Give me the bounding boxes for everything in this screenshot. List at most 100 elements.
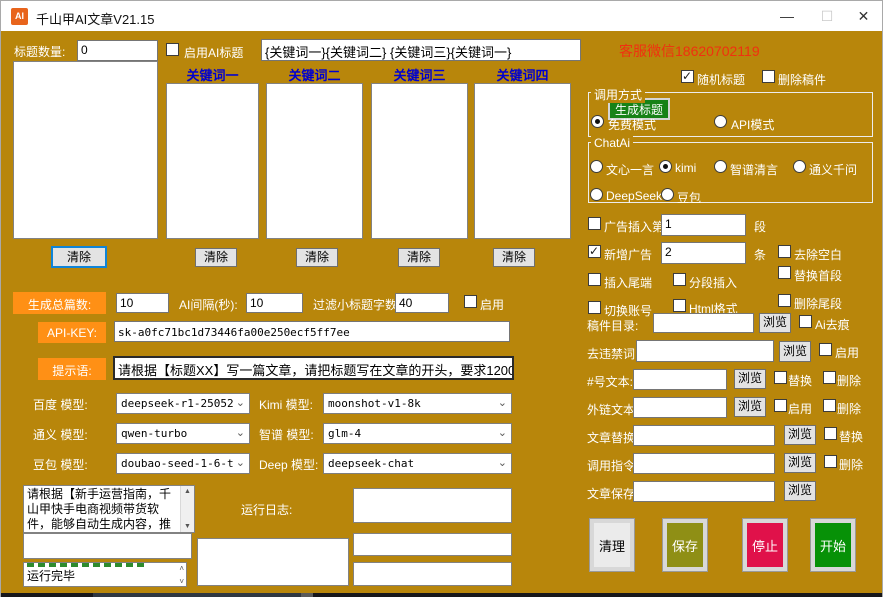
free-mode-radio[interactable] xyxy=(591,115,604,128)
api-mode-label: API模式 xyxy=(731,116,774,133)
status-box[interactable]: 运行完毕 ˄ ˅ xyxy=(23,562,187,587)
save-path-label: 文章保存: xyxy=(587,485,638,502)
ai-trace-checkbox[interactable] xyxy=(799,315,812,328)
free-mode-label: 免费模式 xyxy=(608,116,656,133)
clear-keyword3-button[interactable]: 清除 xyxy=(398,248,440,267)
insert-tail-checkbox[interactable] xyxy=(588,273,601,286)
spinner-up-icon[interactable]: ˄ xyxy=(179,564,184,573)
delete-draft-checkbox[interactable] xyxy=(762,70,775,83)
tongyi-radio[interactable] xyxy=(793,160,806,173)
keyword1-listbox[interactable] xyxy=(166,83,259,239)
banned-words-browse-button[interactable]: 浏览 xyxy=(779,341,811,362)
article-replace-checkbox[interactable] xyxy=(824,427,837,440)
banned-words-enable-checkbox[interactable] xyxy=(819,343,832,356)
clear-keyword2-button[interactable]: 清除 xyxy=(296,248,338,267)
prompt-preview-textarea[interactable]: 请根据【新手运营指南，千山甲快手电商视频带货软件，能够自动生成内容，推 ▲ ▼ xyxy=(23,485,195,533)
hash-text-input[interactable] xyxy=(633,369,727,390)
deepseek-radio[interactable] xyxy=(590,188,603,201)
api-key-input[interactable]: sk-a0fc71bc1d73446fa00e250ecf5ff7ee xyxy=(114,321,510,342)
zhipu-model-select[interactable]: glm-4 ⌄ xyxy=(323,423,512,444)
hash-replace-checkbox[interactable] xyxy=(774,371,787,384)
ad-insert-label: 广告插入第 xyxy=(604,218,664,235)
title-template-input[interactable]: {关键词一}{关键词二} {关键词三}{关键词一} xyxy=(261,39,581,61)
replace-first-checkbox[interactable] xyxy=(778,266,791,279)
doubao-radio[interactable] xyxy=(661,188,674,201)
save-button[interactable]: 保存 xyxy=(663,519,707,571)
clear-titles-button[interactable]: 清除 xyxy=(51,246,107,268)
keyword2-listbox[interactable] xyxy=(266,83,363,239)
command-input[interactable] xyxy=(633,453,775,474)
stop-button[interactable]: 停止 xyxy=(743,519,787,571)
clear-keyword4-button[interactable]: 清除 xyxy=(493,248,535,267)
ai-interval-input[interactable]: 10 xyxy=(246,293,303,313)
extlink-enable-label: 启用 xyxy=(788,400,812,417)
ad-insert-input[interactable]: 1 xyxy=(661,214,746,236)
log-box-right-bottom[interactable] xyxy=(353,562,512,586)
scroll-up-icon[interactable]: ▲ xyxy=(181,488,194,495)
extlink-text-input[interactable] xyxy=(633,397,727,418)
new-ad-checkbox[interactable] xyxy=(588,245,601,258)
hash-text-browse-button[interactable]: 浏览 xyxy=(734,369,766,389)
article-replace-browse-button[interactable]: 浏览 xyxy=(784,425,816,445)
title-count-input[interactable]: 0 xyxy=(77,40,158,61)
api-mode-radio[interactable] xyxy=(714,115,727,128)
doubao-label: 豆包 xyxy=(677,189,701,206)
close-button[interactable]: ✕ xyxy=(845,1,882,31)
command-delete-checkbox[interactable] xyxy=(824,455,837,468)
kimi-model-label: Kimi 模型: xyxy=(259,396,313,413)
doubao-model-select[interactable]: doubao-seed-1-6-thir ⌄ xyxy=(116,453,250,474)
delete-tail-label: 删除尾段 xyxy=(794,295,842,312)
spinner-down-icon[interactable]: ˅ xyxy=(179,577,184,586)
zhipu-radio[interactable] xyxy=(714,160,727,173)
log-box-right-mid[interactable] xyxy=(353,533,512,556)
log-box-left[interactable] xyxy=(23,533,192,559)
draft-dir-input[interactable] xyxy=(653,313,754,333)
article-replace-input[interactable] xyxy=(633,425,775,446)
deep-model-select[interactable]: deepseek-chat ⌄ xyxy=(323,453,512,474)
vertical-scrollbar[interactable]: ▲ ▼ xyxy=(180,486,194,532)
chevron-down-icon: ⌄ xyxy=(498,456,507,469)
extlink-enable-checkbox[interactable] xyxy=(774,399,787,412)
baidu-model-select[interactable]: deepseek-r1-250528 ⌄ xyxy=(116,393,250,414)
kimi-model-select[interactable]: moonshot-v1-8k ⌄ xyxy=(323,393,512,414)
save-path-browse-button[interactable]: 浏览 xyxy=(784,481,816,501)
draft-dir-browse-button[interactable]: 浏览 xyxy=(759,313,791,333)
maximize-button[interactable]: ☐ xyxy=(809,1,845,31)
html-format-checkbox[interactable] xyxy=(673,299,686,312)
hash-delete-checkbox[interactable] xyxy=(823,371,836,384)
log-box-middle[interactable] xyxy=(197,538,349,586)
clean-button[interactable]: 清理 xyxy=(590,519,634,571)
minimize-button[interactable]: — xyxy=(765,1,809,31)
keyword4-label: 关键词四 xyxy=(474,65,571,84)
keyword3-listbox[interactable] xyxy=(371,83,468,239)
new-ad-input[interactable]: 2 xyxy=(661,242,746,264)
scroll-down-icon[interactable]: ▼ xyxy=(181,523,194,530)
save-path-input[interactable] xyxy=(633,481,775,502)
remove-blank-checkbox[interactable] xyxy=(778,245,791,258)
filter-enable-checkbox[interactable] xyxy=(464,295,477,308)
prompt-input[interactable]: 请根据【标题XX】写一篇文章，请把标题写在文章的开头，要求1200字左右 xyxy=(113,356,514,380)
command-browse-button[interactable]: 浏览 xyxy=(784,453,816,473)
segment-insert-checkbox[interactable] xyxy=(673,273,686,286)
banned-words-input[interactable] xyxy=(636,340,774,362)
ai-trace-label: Ai去痕 xyxy=(815,316,850,333)
ad-insert-checkbox[interactable] xyxy=(588,217,601,230)
log-box-right-top[interactable] xyxy=(353,488,512,523)
keyword4-listbox[interactable] xyxy=(474,83,571,239)
titles-listbox[interactable] xyxy=(13,61,158,239)
extlink-browse-button[interactable]: 浏览 xyxy=(734,397,766,417)
kimi-radio[interactable] xyxy=(659,160,672,173)
extlink-delete-checkbox[interactable] xyxy=(823,399,836,412)
prompt-label: 提示语: xyxy=(38,358,106,380)
chevron-down-icon: ⌄ xyxy=(498,396,507,409)
wenxin-radio[interactable] xyxy=(590,160,603,173)
random-title-checkbox[interactable] xyxy=(681,70,694,83)
filter-subtitle-input[interactable]: 40 xyxy=(395,293,449,313)
clear-keyword1-button[interactable]: 清除 xyxy=(195,248,237,267)
enable-ai-title-checkbox[interactable] xyxy=(166,43,179,56)
total-count-input[interactable]: 10 xyxy=(116,293,169,313)
tongyi-model-select[interactable]: qwen-turbo ⌄ xyxy=(116,423,250,444)
start-button[interactable]: 开始 xyxy=(811,519,855,571)
delete-tail-checkbox[interactable] xyxy=(778,294,791,307)
switch-account-checkbox[interactable] xyxy=(588,301,601,314)
